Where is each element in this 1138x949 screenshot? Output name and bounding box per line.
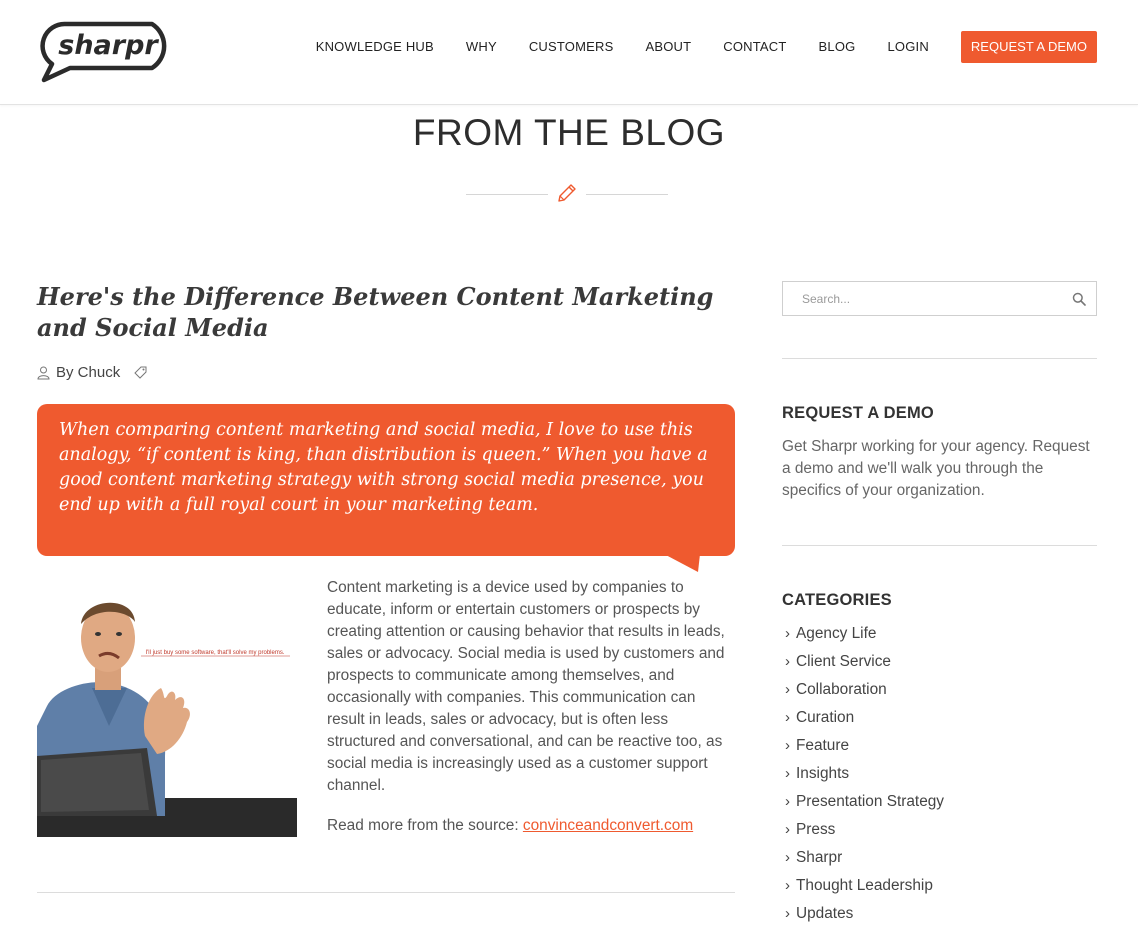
- category-sharpr[interactable]: › Sharpr: [785, 847, 944, 875]
- category-label: Presentation Strategy: [796, 793, 945, 810]
- category-press[interactable]: › Press: [785, 819, 944, 847]
- logo-text: sharpr: [58, 30, 159, 61]
- chevron-right-icon: ›: [785, 625, 790, 642]
- category-client-service[interactable]: › Client Service: [785, 651, 944, 679]
- sidebar-divider-1: [782, 358, 1097, 359]
- category-label: Press: [796, 821, 836, 838]
- chevron-right-icon: ›: [785, 709, 790, 726]
- pen-icon: [558, 184, 576, 202]
- article-divider: [37, 892, 735, 893]
- nav-blog[interactable]: BLOG: [819, 31, 856, 63]
- nav-login[interactable]: LOGIN: [887, 31, 928, 63]
- sharpr-logo[interactable]: sharpr: [36, 20, 180, 84]
- category-label: Client Service: [796, 653, 891, 670]
- category-label: Thought Leadership: [796, 877, 933, 894]
- category-agency-life[interactable]: › Agency Life: [785, 623, 944, 651]
- chevron-right-icon: ›: [785, 653, 790, 670]
- pull-quote: When comparing content marketing and soc…: [37, 404, 735, 556]
- request-demo-button[interactable]: REQUEST A DEMO: [960, 31, 1097, 63]
- sidebar-divider-2: [782, 545, 1097, 546]
- site-header: sharpr KNOWLEDGE HUB WHY CUSTOMERS ABOUT…: [0, 0, 1138, 105]
- sidebar-search: [782, 281, 1097, 316]
- pull-quote-text: When comparing content marketing and soc…: [59, 420, 708, 515]
- category-label: Sharpr: [796, 849, 843, 866]
- post-meta: By Chuck: [37, 364, 147, 381]
- pull-quote-tail: [664, 554, 700, 572]
- category-label: Updates: [796, 905, 854, 922]
- nav-about[interactable]: ABOUT: [645, 31, 691, 63]
- chevron-right-icon: ›: [785, 821, 790, 838]
- post-image: I'll just buy some software, that'll sol…: [37, 576, 297, 837]
- chevron-right-icon: ›: [785, 765, 790, 782]
- category-collaboration[interactable]: › Collaboration: [785, 679, 944, 707]
- chevron-right-icon: ›: [785, 793, 790, 810]
- search-input[interactable]: [783, 282, 1063, 315]
- category-label: Collaboration: [796, 681, 887, 698]
- source-link[interactable]: convinceandconvert.com: [523, 817, 693, 834]
- image-caption: I'll just buy some software, that'll sol…: [145, 650, 284, 656]
- source-prefix: Read more from the source:: [327, 817, 523, 834]
- chevron-right-icon: ›: [785, 905, 790, 922]
- post-title[interactable]: Here's the Difference Between Content Ma…: [37, 281, 727, 343]
- category-label: Insights: [796, 765, 850, 782]
- nav-knowledge-hub[interactable]: KNOWLEDGE HUB: [316, 31, 434, 63]
- post-body: Content marketing is a device used by co…: [327, 579, 725, 794]
- divider-line-left: [466, 194, 548, 195]
- main-nav: KNOWLEDGE HUB WHY CUSTOMERS ABOUT CONTAC…: [284, 31, 1097, 63]
- search-icon[interactable]: [1072, 292, 1086, 306]
- category-presentation-strategy[interactable]: › Presentation Strategy: [785, 791, 944, 819]
- divider-line-right: [586, 194, 668, 195]
- chevron-right-icon: ›: [785, 849, 790, 866]
- nav-contact[interactable]: CONTACT: [723, 31, 786, 63]
- categories-heading: CATEGORIES: [782, 591, 892, 609]
- page-title: FROM THE BLOG: [412, 112, 726, 153]
- category-label: Feature: [796, 737, 850, 754]
- category-label: Curation: [796, 709, 855, 726]
- chevron-right-icon: ›: [785, 877, 790, 894]
- post-author[interactable]: By Chuck: [56, 364, 120, 381]
- post-source: Read more from the source: convinceandco…: [327, 815, 693, 837]
- title-divider: [466, 182, 668, 206]
- chevron-right-icon: ›: [785, 681, 790, 698]
- category-feature[interactable]: › Feature: [785, 735, 944, 763]
- request-demo-heading: REQUEST A DEMO: [782, 404, 934, 422]
- tag-icon[interactable]: [134, 366, 147, 379]
- nav-why[interactable]: WHY: [466, 31, 497, 63]
- user-icon: [37, 366, 50, 379]
- category-list: › Agency Life › Client Service › Collaborat…: [785, 623, 944, 931]
- category-insights[interactable]: › Insights: [785, 763, 944, 791]
- nav-customers[interactable]: CUSTOMERS: [529, 31, 614, 63]
- request-demo-text: Get Sharpr working for your agency. Requ…: [782, 438, 1090, 499]
- category-curation[interactable]: › Curation: [785, 707, 944, 735]
- category-updates[interactable]: › Updates: [785, 903, 944, 931]
- category-thought-leadership[interactable]: › Thought Leadership: [785, 875, 944, 903]
- chevron-right-icon: ›: [785, 737, 790, 754]
- category-label: Agency Life: [796, 625, 877, 642]
